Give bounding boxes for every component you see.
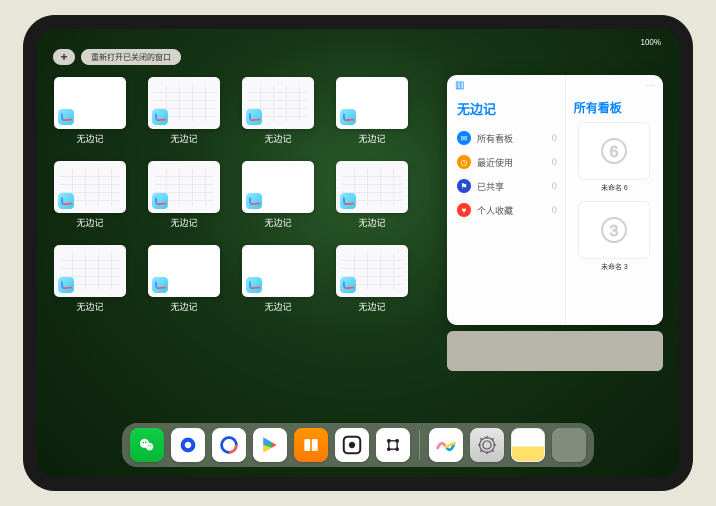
app-switcher-item[interactable]: 无边记 xyxy=(147,245,221,321)
window-label: 无边记 xyxy=(264,132,291,145)
app-switcher-item[interactable]: 无边记 xyxy=(53,161,127,237)
tools-icon[interactable] xyxy=(376,428,410,462)
quark-icon[interactable] xyxy=(212,428,246,462)
app-switcher-grid: 无边记无边记无边记无边记无边记无边记无边记无边记无边记无边记无边记无边记 xyxy=(53,73,439,417)
freeform-app-badge-icon xyxy=(58,109,74,125)
board-label: 未命名 6 xyxy=(574,183,655,193)
svg-text:3: 3 xyxy=(610,223,619,240)
window-label: 无边记 xyxy=(264,216,291,229)
message-icon: ✉ xyxy=(457,131,471,145)
sidebar-item-label: 个人收藏 xyxy=(477,204,513,217)
sidebar-item-label: 已共享 xyxy=(477,180,504,193)
freeform-side-panel: ▥ ··· 无边记 ✉ 所有看板 0 ◷ 最近使用 0 ⚑ 已共享 0 ♥ 个人收藏 0 所有看板 6… xyxy=(447,75,663,325)
window-label: 无边记 xyxy=(76,300,103,313)
window-thumbnail[interactable] xyxy=(336,161,408,213)
app-switcher-item[interactable]: 无边记 xyxy=(147,77,221,153)
freeform-app-badge-icon xyxy=(340,193,356,209)
books-icon[interactable] xyxy=(294,428,328,462)
freeform-app-badge-icon xyxy=(58,277,74,293)
freeform-app-badge-icon xyxy=(340,109,356,125)
app-folder-icon[interactable] xyxy=(552,428,586,462)
freeform-app-badge-icon xyxy=(152,277,168,293)
app-switcher-item[interactable]: 无边记 xyxy=(147,161,221,237)
settings-icon[interactable] xyxy=(470,428,504,462)
add-tab-button[interactable]: + xyxy=(53,49,75,65)
window-thumbnail[interactable] xyxy=(54,77,126,129)
window-label: 无边记 xyxy=(358,216,385,229)
window-label: 无边记 xyxy=(170,216,197,229)
freeform-icon[interactable] xyxy=(429,428,463,462)
freeform-app-badge-icon xyxy=(246,277,262,293)
window-thumbnail[interactable] xyxy=(242,77,314,129)
window-thumbnail[interactable] xyxy=(242,161,314,213)
sidebar-item-count: 0 xyxy=(552,133,557,143)
sidebar-item-count: 0 xyxy=(552,157,557,167)
play-icon[interactable] xyxy=(253,428,287,462)
notes-icon[interactable] xyxy=(511,428,545,462)
people-icon: ⚑ xyxy=(457,179,471,193)
window-thumbnail[interactable] xyxy=(148,161,220,213)
window-thumbnail[interactable] xyxy=(242,245,314,297)
side-panel-right-title: 所有看板 xyxy=(574,99,655,116)
app-switcher-item[interactable]: 无边记 xyxy=(335,245,409,321)
freeform-app-badge-icon xyxy=(152,193,168,209)
status-bar: 100% xyxy=(37,35,679,49)
window-thumbnail[interactable] xyxy=(336,77,408,129)
plus-icon: + xyxy=(60,50,67,64)
freeform-app-badge-icon xyxy=(246,193,262,209)
ipad-frame: 100% + 重新打开已关闭的窗口 无边记无边记无边记无边记无边记无边记无边记无… xyxy=(23,15,693,491)
app-switcher-item[interactable]: 无边记 xyxy=(53,245,127,321)
freeform-app-badge-icon xyxy=(340,277,356,293)
side-panel-title: 无边记 xyxy=(457,99,557,118)
sidebar-item-message[interactable]: ✉ 所有看板 0 xyxy=(457,126,557,150)
app-switcher-item[interactable]: 无边记 xyxy=(53,77,127,153)
app-switcher-item[interactable]: 无边记 xyxy=(335,161,409,237)
dock xyxy=(122,423,594,467)
qq-icon[interactable] xyxy=(171,428,205,462)
board-label: 未命名 3 xyxy=(574,262,655,272)
more-icon[interactable]: ··· xyxy=(645,80,655,91)
window-label: 无边记 xyxy=(170,132,197,145)
freeform-app-badge-icon xyxy=(152,109,168,125)
clock-icon: ◷ xyxy=(457,155,471,169)
reopen-closed-window-button[interactable]: 重新打开已关闭的窗口 xyxy=(81,49,181,65)
window-label: 无边记 xyxy=(358,132,385,145)
app-switcher-item[interactable]: 无边记 xyxy=(241,245,315,321)
app-switcher-item[interactable]: 无边记 xyxy=(241,77,315,153)
window-label: 无边记 xyxy=(170,300,197,313)
panel-shadow-slab xyxy=(447,331,663,371)
app-switcher-item[interactable]: 无边记 xyxy=(241,161,315,237)
sidebar-item-label: 所有看板 xyxy=(477,132,513,145)
freeform-app-badge-icon xyxy=(58,193,74,209)
sidebar-item-people[interactable]: ⚑ 已共享 0 xyxy=(457,174,557,198)
sidebar-toggle-icon[interactable]: ▥ xyxy=(455,80,464,91)
window-thumbnail[interactable] xyxy=(148,245,220,297)
app-switcher-item[interactable]: 无边记 xyxy=(335,77,409,153)
window-thumbnail[interactable] xyxy=(336,245,408,297)
board-thumbnail[interactable]: 3 xyxy=(578,201,650,259)
board-thumbnail[interactable]: 6 xyxy=(578,122,650,180)
freeform-app-badge-icon xyxy=(246,109,262,125)
sidebar-item-label: 最近使用 xyxy=(477,156,513,169)
window-label: 无边记 xyxy=(264,300,291,313)
screen: 100% + 重新打开已关闭的窗口 无边记无边记无边记无边记无边记无边记无边记无… xyxy=(37,29,679,477)
reopen-label: 重新打开已关闭的窗口 xyxy=(91,52,171,63)
window-thumbnail[interactable] xyxy=(54,161,126,213)
window-thumbnail[interactable] xyxy=(148,77,220,129)
sidebar-item-heart[interactable]: ♥ 个人收藏 0 xyxy=(457,198,557,222)
obs-icon[interactable] xyxy=(335,428,369,462)
wechat-icon[interactable] xyxy=(130,428,164,462)
sidebar-item-count: 0 xyxy=(552,181,557,191)
window-label: 无边记 xyxy=(358,300,385,313)
window-label: 无边记 xyxy=(76,216,103,229)
dock-separator xyxy=(419,430,420,460)
status-battery: 100% xyxy=(641,38,661,47)
sidebar-item-count: 0 xyxy=(552,205,557,215)
window-label: 无边记 xyxy=(76,132,103,145)
window-thumbnail[interactable] xyxy=(54,245,126,297)
svg-text:6: 6 xyxy=(610,144,619,161)
sidebar-item-clock[interactable]: ◷ 最近使用 0 xyxy=(457,150,557,174)
heart-icon: ♥ xyxy=(457,203,471,217)
